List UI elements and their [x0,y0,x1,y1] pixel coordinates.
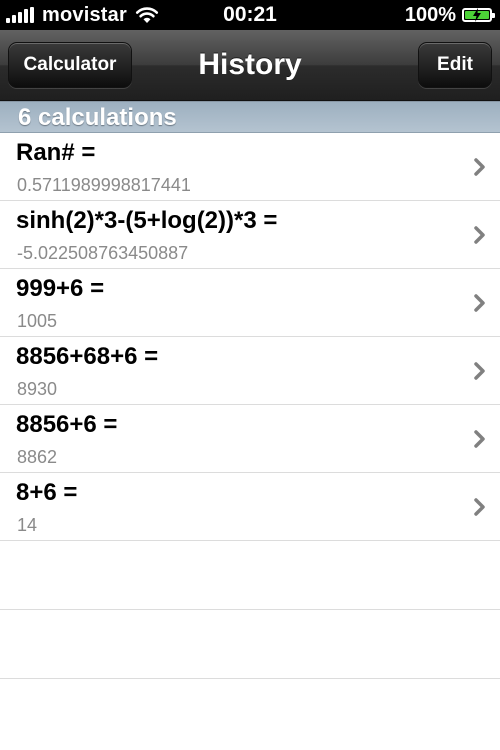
history-expression: 999+6 = [16,275,105,302]
history-row[interactable]: 8856+6 = 8862 [0,405,500,473]
history-row[interactable]: 999+6 = 1005 [0,269,500,337]
history-list: Ran# = 0.5711989998817441 sinh(2)*3-(5+l… [0,133,500,679]
chevron-right-icon [474,498,485,516]
calculator-back-button[interactable]: Calculator [8,42,132,88]
chevron-right-icon [474,226,485,244]
history-expression: sinh(2)*3-(5+log(2))*3 = [16,207,278,234]
history-result: 0.5711989998817441 [17,175,191,195]
history-row[interactable]: 8+6 = 14 [0,473,500,541]
history-row[interactable]: Ran# = 0.5711989998817441 [0,133,500,201]
history-result: 8862 [17,447,58,467]
history-row[interactable]: sinh(2)*3-(5+log(2))*3 = -5.022508763450… [0,201,500,269]
status-bar: movistar 00:21 100% [0,0,500,30]
empty-row [0,541,500,610]
history-result: 14 [17,515,38,535]
calculations-count: 6 calculations [18,104,177,131]
chevron-right-icon [474,158,485,176]
edit-button[interactable]: Edit [418,42,492,88]
chevron-right-icon [474,294,485,312]
history-result: -5.022508763450887 [17,243,189,263]
chevron-right-icon [474,362,485,380]
history-expression: 8856+68+6 = [16,343,159,370]
history-expression: Ran# = [16,139,96,166]
navigation-bar: Calculator History Edit [0,30,500,101]
charging-bolt-icon [473,8,481,22]
battery-charging-icon [462,8,495,22]
history-expression: 8+6 = [16,479,78,506]
chevron-right-icon [474,430,485,448]
page-title: History [198,48,302,81]
battery-percent: 100% [404,3,456,26]
section-header: 6 calculations [0,101,500,133]
history-result: 1005 [17,311,58,331]
history-result: 8930 [17,379,58,399]
history-expression: 8856+6 = [16,411,118,438]
status-right: 100% [404,0,495,30]
empty-row [0,610,500,679]
history-row[interactable]: 8856+68+6 = 8930 [0,337,500,405]
